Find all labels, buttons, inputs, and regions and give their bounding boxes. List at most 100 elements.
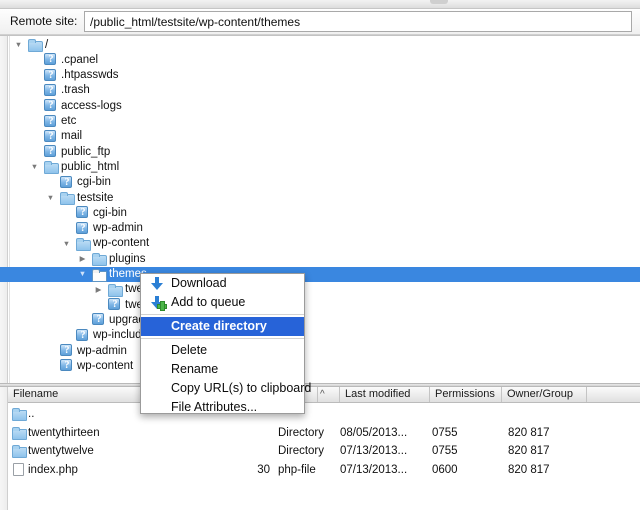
- menu-item-label: Create directory: [171, 319, 267, 333]
- tree-item-etc[interactable]: etc: [0, 114, 640, 129]
- folder-icon: [60, 191, 75, 205]
- tree-item-public-html[interactable]: ▼ public_html: [0, 159, 640, 175]
- tree-item-wp-admin[interactable]: wp-admin: [0, 343, 640, 358]
- tree-item-label: /: [45, 38, 49, 51]
- cell-filesize: 30: [257, 463, 270, 476]
- menu-item-download[interactable]: Download: [141, 274, 304, 293]
- tree-item-label: public_ftp: [61, 145, 111, 158]
- tree-item-htpasswds[interactable]: .htpasswds: [0, 68, 640, 83]
- column-header-permissions[interactable]: Permissions: [430, 387, 502, 402]
- tree-item-testsite[interactable]: ▼ testsite: [0, 190, 640, 205]
- tree-item-label: wp-content: [77, 359, 134, 372]
- cell-owner-group: 820 817: [508, 426, 550, 439]
- window-top-chrome: [0, 0, 640, 9]
- column-header-last-modified[interactable]: Last modified: [340, 387, 430, 402]
- file-list-header[interactable]: Filename Last modified Permissions Owner/Gr…: [8, 387, 640, 403]
- unknown-folder-icon: [44, 99, 57, 112]
- folder-icon: [92, 252, 107, 267]
- tree-item-plugins[interactable]: ▶ plugins: [0, 251, 640, 267]
- remote-path-value: /public_html/testsite/wp-content/themes: [90, 14, 301, 29]
- remote-path-input[interactable]: /public_html/testsite/wp-content/themes: [84, 11, 632, 32]
- menu-item-copy-url-s-to-clipboard[interactable]: Copy URL(s) to clipboard: [141, 379, 311, 398]
- unknown-folder-icon: [76, 328, 89, 342]
- download-arrow-icon: [150, 277, 164, 290]
- unknown-folder-icon: [92, 313, 105, 326]
- tree-item-wp-admin[interactable]: wp-admin: [0, 221, 640, 236]
- expand-triangle-icon[interactable]: ▶: [78, 251, 87, 266]
- menu-item-label: Delete: [171, 343, 208, 357]
- cell-permissions: 0600: [432, 463, 458, 476]
- tree-item-wp-content[interactable]: ▼ wp-content: [0, 236, 640, 251]
- unknown-folder-icon: [44, 53, 57, 66]
- tree-item-label: wp-content: [93, 237, 150, 250]
- tree-item-upgrade[interactable]: upgrade: [0, 312, 640, 327]
- folder-icon: [76, 237, 91, 251]
- file-list-pane[interactable]: Filename Last modified Permissions Owner/Gr…: [0, 387, 640, 510]
- cell-filetype: Directory: [278, 445, 325, 457]
- menu-item-create-directory[interactable]: Create directory: [141, 317, 304, 336]
- cell-last-modified: 07/13/2013...: [340, 445, 408, 457]
- cell-owner-group: [508, 405, 588, 423]
- column-header-owner-group[interactable]: Owner/Group: [502, 387, 587, 402]
- tree-item-access-logs[interactable]: access-logs: [0, 98, 640, 113]
- tree-item-label: mail: [61, 130, 83, 143]
- collapse-triangle-icon[interactable]: ▼: [62, 236, 71, 251]
- cell-filetype: Directory: [278, 426, 325, 439]
- tree-item-mail[interactable]: mail: [0, 129, 640, 144]
- file-icon: [13, 462, 24, 476]
- table-row[interactable]: twentythirteen Directory 08/05/2013... 0755…: [8, 424, 640, 442]
- context-menu[interactable]: Download Add to queue Create directory Dele…: [140, 273, 311, 417]
- tree-item-themes[interactable]: ▼ themes: [0, 266, 640, 282]
- tree-item-public-ftp[interactable]: public_ftp: [0, 144, 640, 159]
- tree-item-wp-content[interactable]: wp-content: [0, 358, 640, 373]
- menu-item-label: Download: [171, 276, 227, 290]
- cell-owner-group: 820 817: [508, 463, 550, 476]
- tree-item-twentythirteen[interactable]: ▶twentythirteen: [0, 282, 640, 297]
- filezilla-remote-pane: Remote site: /public_html/testsite/wp-co…: [0, 0, 640, 510]
- tree-item-label: .htpasswds: [61, 69, 119, 82]
- menu-item-file-attributes[interactable]: File Attributes...: [141, 398, 304, 417]
- menu-item-label: Rename: [171, 362, 219, 376]
- folder-icon: [108, 283, 123, 297]
- tree-item-cgi-bin[interactable]: cgi-bin: [0, 175, 640, 190]
- table-row[interactable]: ..: [8, 405, 640, 423]
- remote-site-label: Remote site:: [10, 14, 78, 28]
- tree-item-trash[interactable]: .trash: [0, 83, 640, 98]
- add-to-queue-icon: [150, 296, 167, 311]
- remote-site-bar: Remote site: /public_html/testsite/wp-co…: [0, 10, 640, 34]
- table-row[interactable]: twentytwelve Directory 07/13/2013... 0755 82…: [8, 442, 640, 460]
- unknown-folder-icon: [76, 206, 89, 219]
- menu-item-rename[interactable]: Rename: [141, 360, 304, 379]
- cell-permissions: [432, 405, 492, 423]
- cell-permissions: 0755: [432, 426, 458, 439]
- directory-tree-pane[interactable]: ▼/.cpanel.htpasswds.trashaccess-logsetcm…: [0, 36, 640, 383]
- unknown-folder-icon: [44, 145, 57, 158]
- open-folder-icon: [92, 268, 107, 282]
- tree-item-wp-includes[interactable]: wp-includes: [0, 328, 640, 343]
- tree-item-label: public_html: [61, 160, 120, 173]
- tree-item-label: cgi-bin: [77, 176, 111, 189]
- unknown-folder-icon: [76, 221, 89, 235]
- expand-triangle-icon[interactable]: ▶: [94, 282, 103, 297]
- menu-item-label: Copy URL(s) to clipboard: [171, 381, 312, 395]
- menu-item-delete[interactable]: Delete: [141, 341, 304, 360]
- cell-last-modified: [340, 405, 428, 423]
- tree-item-cpanel[interactable]: .cpanel: [0, 52, 640, 67]
- menu-item-add-to-queue[interactable]: Add to queue: [141, 293, 304, 312]
- cell-owner-group: 820 817: [508, 445, 550, 457]
- tree-item-twentytwelve[interactable]: twentytwelve: [0, 297, 640, 312]
- table-row[interactable]: index.php 30 php-file 07/13/2013... 0600 820 …: [8, 461, 640, 479]
- cell-permissions: 0755: [432, 445, 458, 457]
- tree-item-label: cgi-bin: [93, 206, 127, 219]
- collapse-triangle-icon[interactable]: ▼: [30, 159, 39, 174]
- tree-item-cgi-bin[interactable]: cgi-bin: [0, 205, 640, 220]
- collapse-triangle-icon[interactable]: ▼: [46, 190, 55, 205]
- collapse-triangle-icon[interactable]: ▼: [14, 37, 23, 52]
- folder-icon: [44, 160, 59, 175]
- tree-item-label: wp-admin: [93, 222, 143, 235]
- collapse-triangle-icon[interactable]: ▼: [78, 267, 87, 282]
- unknown-folder-icon: [60, 359, 73, 372]
- tree-item-label: wp-admin: [77, 344, 127, 357]
- menu-separator: [141, 314, 304, 315]
- tree-item-[interactable]: ▼ /: [0, 37, 640, 52]
